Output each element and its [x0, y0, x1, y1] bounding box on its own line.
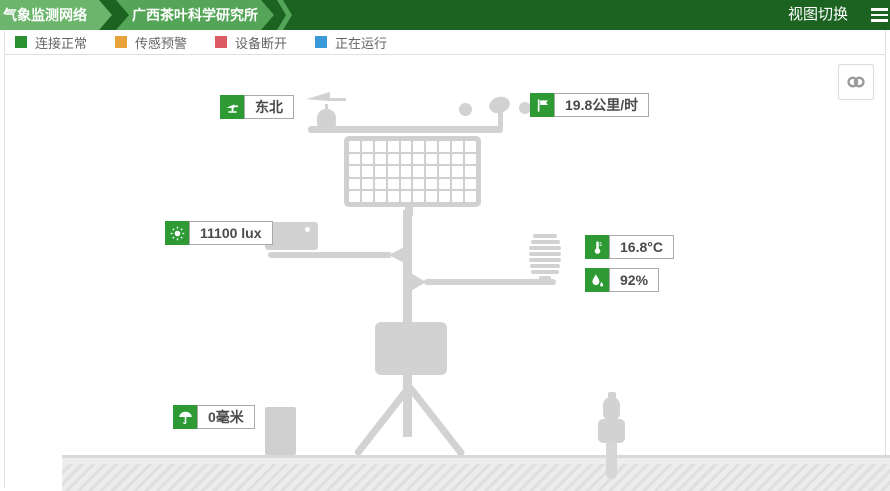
- droplet-icon: [585, 268, 609, 292]
- rainfall-value: 0毫米: [197, 405, 255, 429]
- mast-upper: [403, 210, 412, 323]
- anemometer-stem: [498, 108, 503, 127]
- sensor-humidity[interactable]: 92%: [585, 268, 659, 292]
- sensor-light[interactable]: 11100 lux: [165, 221, 273, 245]
- legend-swatch-orange: [115, 36, 127, 48]
- wind-vane-bell: [317, 109, 336, 127]
- left-sensor-arm: [268, 252, 392, 258]
- wind-direction-value: 东北: [244, 95, 294, 119]
- umbrella-icon: [173, 405, 197, 429]
- rain-gauge: [265, 407, 296, 455]
- thermometer-icon: [585, 235, 609, 259]
- light-value: 11100 lux: [189, 221, 273, 245]
- sensor-temperature[interactable]: 16.8°C: [585, 235, 674, 259]
- legend-swatch-blue: [315, 36, 327, 48]
- link-button[interactable]: [838, 64, 874, 100]
- temperature-value: 16.8°C: [609, 235, 674, 259]
- legend-item-normal: 连接正常: [15, 33, 87, 52]
- legend-label: 正在运行: [335, 33, 387, 52]
- legend-swatch-red: [215, 36, 227, 48]
- breadcrumb-network[interactable]: 气象监测网络: [0, 0, 112, 30]
- legend-item-running: 正在运行: [315, 33, 387, 52]
- sensor-wind-speed[interactable]: 19.8公里/时: [530, 93, 649, 117]
- light-sensor-led: [305, 227, 310, 232]
- wind-speed-value: 19.8公里/时: [554, 93, 649, 117]
- anemometer-flag-icon: [530, 93, 554, 117]
- humidity-value: 92%: [609, 268, 659, 292]
- legend-label: 设备断开: [235, 33, 287, 52]
- content-panel: [4, 55, 886, 488]
- legend-item-offline: 设备断开: [215, 33, 287, 52]
- sun-icon: [165, 221, 189, 245]
- legend-label: 传感预警: [135, 33, 187, 52]
- app-header-bar: 气象监测网络 广西茶叶科学研究所 视图切换: [0, 0, 890, 30]
- ground: [62, 455, 890, 491]
- legend-item-warning: 传感预警: [115, 33, 187, 52]
- view-switch-button[interactable]: 视图切换: [788, 0, 848, 30]
- sensor-wind-direction[interactable]: 东北: [220, 95, 294, 119]
- hamburger-menu-icon[interactable]: [871, 8, 888, 25]
- station-crossbar: [308, 126, 503, 133]
- wind-vane-icon: [220, 95, 244, 119]
- soil-probe-head: [603, 397, 620, 421]
- legend-swatch-green: [15, 36, 27, 48]
- status-legend: 连接正常 传感预警 设备断开 正在运行: [4, 30, 886, 55]
- ground-hatch: [62, 464, 890, 491]
- sensor-rainfall[interactable]: 0毫米: [173, 405, 255, 429]
- soil-probe-stem: [606, 441, 617, 479]
- link-icon: [845, 71, 867, 93]
- legend-label: 连接正常: [35, 33, 87, 52]
- radiation-shield: [529, 234, 561, 281]
- light-sensor-box: [265, 222, 318, 250]
- breadcrumb-arrow-icon: [277, 0, 292, 30]
- anemometer-cup-left: [459, 103, 472, 116]
- soil-probe-body: [598, 419, 625, 443]
- datalogger-box: [375, 322, 447, 375]
- wind-vane-tail: [328, 98, 346, 101]
- breadcrumb-station[interactable]: 广西茶叶科学研究所: [116, 0, 274, 30]
- solar-panel-grid: [344, 136, 481, 207]
